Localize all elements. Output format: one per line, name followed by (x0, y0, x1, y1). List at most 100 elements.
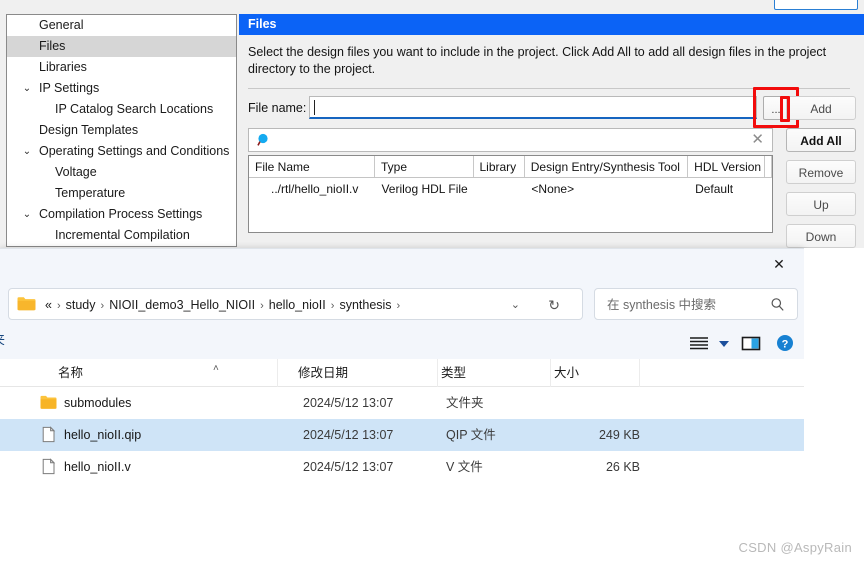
explorer-search-box[interactable]: 在 synthesis 中搜索 (594, 288, 798, 320)
column-header[interactable]: Library (474, 156, 525, 177)
chevron-down-icon[interactable]: ⌄ (21, 204, 33, 225)
explorer-file-size (560, 387, 640, 419)
explorer-row[interactable]: submodules 2024/5/12 13:07 文件夹 (0, 387, 804, 419)
table-cell: ../rtl/hello_nioII.v (271, 182, 359, 196)
column-header[interactable]: File Name (249, 156, 376, 177)
files-pane-description: Select the design files you want to incl… (248, 45, 827, 76)
tree-item-label: Voltage (55, 165, 97, 179)
explorer-toolbar: 夹 (0, 327, 804, 359)
breadcrumb-item[interactable]: synthesis (339, 298, 391, 312)
folder-icon (17, 296, 36, 311)
tree-item-voltage[interactable]: Voltage (7, 162, 236, 183)
explorer-column-header[interactable]: 大小 (554, 359, 640, 387)
up-button[interactable]: Up (786, 192, 856, 216)
preview-pane-icon[interactable] (740, 331, 762, 355)
close-icon[interactable]: ✕ (757, 249, 801, 279)
column-header[interactable]: HDL Version (688, 156, 766, 177)
files-filter-input[interactable]: ✕ (248, 128, 773, 152)
explorer-file-size: 249 KB (598, 428, 640, 442)
explorer-column-header[interactable]: 修改日期 (298, 359, 438, 387)
tree-item-label: General (39, 18, 84, 32)
screenshot-root: General Files Libraries ⌄ IP Settings IP Cata… (0, 0, 864, 567)
add-button[interactable]: Add (786, 96, 856, 120)
file-icon (40, 426, 57, 443)
tree-item-label: Temperature (55, 186, 126, 200)
watermark: CSDN @AspyRain (738, 540, 852, 555)
chevron-down-icon[interactable] (716, 331, 732, 355)
tree-item-operating-settings-and-conditions[interactable]: ⌄ Operating Settings and Conditions (7, 141, 236, 162)
quartus-settings-dialog: General Files Libraries ⌄ IP Settings IP Cata… (0, 0, 864, 280)
search-icon (257, 133, 272, 148)
breadcrumb-separator: › (260, 300, 264, 312)
explorer-file-type: QIP 文件 (446, 428, 496, 442)
tree-item-ip-settings[interactable]: ⌄ IP Settings (7, 78, 236, 99)
search-placeholder: 在 synthesis 中搜索 (607, 298, 717, 312)
clear-filter-icon[interactable]: ✕ (751, 130, 764, 148)
explorer-file-date: 2024/5/12 13:07 (303, 396, 394, 410)
explorer-file-name: hello_nioII.v (64, 460, 131, 474)
tree-item-label: IP Settings (39, 81, 100, 95)
tree-item-compilation-process-settings[interactable]: ⌄ Compilation Process Settings (7, 204, 236, 225)
explorer-column-headers[interactable]: 名称 ˄ 修改日期 类型 大小 (0, 359, 804, 387)
breadcrumb-item[interactable]: study (66, 298, 96, 312)
refresh-icon[interactable]: ↻ (548, 289, 560, 321)
breadcrumb-separator: › (56, 300, 61, 312)
search-icon[interactable] (770, 297, 785, 312)
tree-item-label: Design Templates (39, 123, 139, 137)
explorer-file-date: 2024/5/12 13:07 (303, 428, 394, 442)
column-header[interactable] (765, 156, 772, 177)
file-name-input[interactable] (309, 96, 757, 119)
toolbar-partial-label: 夹 (0, 329, 5, 348)
breadcrumb-item[interactable]: NIOII_demo3_Hello_NIOII (109, 298, 255, 312)
table-body: ../rtl/hello_nioII.v Verilog HDL File <Non… (249, 178, 772, 200)
tree-item-label: Incremental Compilation (55, 228, 190, 242)
explorer-row[interactable]: hello_nioII.qip 2024/5/12 13:07 QIP 文件 249 … (0, 419, 804, 451)
settings-category-tree[interactable]: General Files Libraries ⌄ IP Settings IP Cata… (6, 14, 237, 247)
file-icon (40, 458, 57, 475)
chevron-down-icon[interactable]: ⌄ (511, 289, 520, 321)
breadcrumb[interactable]: « › study › NIOII_demo3_Hello_NIOII › hello_ni… (45, 289, 405, 321)
column-header[interactable]: Design Entry/Synthesis Tool (525, 156, 689, 177)
breadcrumb-separator[interactable]: › (397, 300, 401, 312)
page-background-right (804, 248, 864, 567)
help-icon[interactable]: ? (775, 331, 795, 355)
breadcrumb-item[interactable]: hello_nioII (269, 298, 326, 312)
breadcrumb-separator: › (100, 300, 105, 312)
breadcrumb-separator: › (330, 300, 335, 312)
explorer-row[interactable]: hello_nioII.v 2024/5/12 13:07 V 文件 26 KB (0, 451, 804, 483)
sort-ascending-icon: ˄ (213, 363, 219, 374)
explorer-file-list[interactable]: 名称 ˄ 修改日期 类型 大小 submodules 2024/5/12 13:07 文件夹… (0, 359, 804, 567)
svg-text:?: ? (782, 339, 789, 351)
file-explorer-window: ✕ « › study › NIOII_demo3_Hello_NIOII › hello_… (0, 248, 804, 567)
explorer-file-type: V 文件 (446, 460, 483, 474)
table-cell: <None> (531, 182, 575, 196)
explorer-column-header[interactable]: 类型 (441, 359, 551, 387)
tree-item-design-templates[interactable]: Design Templates (7, 120, 236, 141)
tree-item-temperature[interactable]: Temperature (7, 183, 236, 204)
chevron-down-icon[interactable]: ⌄ (21, 141, 33, 162)
remove-button[interactable]: Remove (786, 160, 856, 184)
table-cell (766, 178, 772, 200)
tree-item-libraries[interactable]: Libraries (7, 57, 236, 78)
tree-item-files[interactable]: Files (7, 36, 236, 57)
breadcrumb-overflow-icon[interactable]: « (45, 298, 52, 312)
down-button[interactable]: Down (786, 224, 856, 248)
breadcrumb-box[interactable]: « › study › NIOII_demo3_Hello_NIOII › hello_ni… (8, 288, 583, 320)
explorer-column-header[interactable]: 名称 ˄ (58, 359, 278, 387)
chevron-down-icon[interactable]: ⌄ (21, 78, 33, 99)
divider (248, 88, 850, 89)
explorer-titlebar: ✕ (0, 249, 804, 283)
table-cell: Verilog HDL File (381, 182, 468, 196)
explorer-file-name: submodules (64, 396, 132, 410)
tree-item-label: IP Catalog Search Locations (55, 102, 214, 116)
tree-item-general[interactable]: General (7, 15, 236, 36)
table-row[interactable]: ../rtl/hello_nioII.v Verilog HDL File <Non… (249, 178, 772, 200)
tree-item-incremental-compilation[interactable]: Incremental Compilation (7, 225, 236, 246)
file-name-label: File name: (248, 101, 307, 115)
partial-top-right-field[interactable] (774, 0, 858, 10)
project-files-table[interactable]: File Name Type Library Design Entry/Synthes… (248, 155, 773, 233)
tree-item-label: Operating Settings and Conditions (39, 144, 230, 158)
column-header[interactable]: Type (375, 156, 474, 177)
add-all-button[interactable]: Add All (786, 128, 856, 152)
tree-item-ip-catalog-search-locations[interactable]: IP Catalog Search Locations (7, 99, 236, 120)
